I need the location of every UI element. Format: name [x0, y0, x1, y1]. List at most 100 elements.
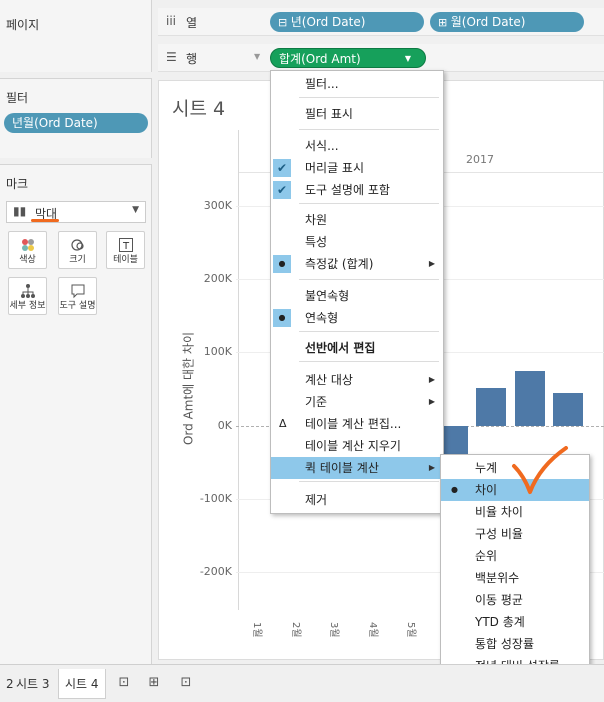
menu-item-label: 테이블 계산 지우기 [305, 439, 401, 453]
context-menu: 필터... 필터 표시서식... ✔ 머리글 표시 ✔ 도구 설명에 포함차원특성 ● 측정값… [270, 70, 444, 514]
menu-separator [299, 129, 439, 130]
tab-sheet-4[interactable]: 시트 4 [58, 669, 106, 699]
new-sheet-icon[interactable]: ⊡ [114, 673, 134, 693]
tooltip-button[interactable]: 도구 설명 [58, 277, 97, 315]
text-button[interactable]: T 테이블 [106, 231, 145, 269]
submenu-item-label: 구성 비율 [475, 527, 523, 541]
new-dashboard-icon[interactable]: ⊞ [144, 673, 164, 693]
annotation-underline [31, 219, 59, 222]
collapse-icon: ⊟ [278, 16, 291, 29]
sheet-tab-bar: 2 시트 3 시트 4 ⊡ ⊞ ⊡ [0, 664, 604, 702]
new-story-icon[interactable]: ⊡ [176, 673, 196, 693]
menu-item[interactable]: 차원 [271, 209, 443, 231]
columns-label: 열 [186, 16, 198, 30]
bar-chart-icon: ▮▮ [13, 204, 27, 218]
x-tick-label: 4월 [366, 622, 378, 638]
submenu-item-label: 백분위수 [475, 571, 520, 585]
submenu-item-label: 차이 [475, 483, 498, 497]
menu-separator [299, 279, 439, 280]
menu-item[interactable]: 기준 ▶ [271, 391, 443, 413]
submenu-arrow-icon: ▶ [428, 463, 435, 472]
submenu-item-label: 비율 차이 [475, 505, 523, 519]
menu-item[interactable]: 서식... [271, 135, 443, 157]
bar-9월[interactable] [553, 392, 583, 426]
submenu-item[interactable]: 비율 차이 [441, 501, 589, 523]
submenu-item[interactable]: 이동 평균 [441, 589, 589, 611]
menu-item[interactable]: ✔ 머리글 표시 [271, 157, 443, 179]
menu-item[interactable]: ✔ 도구 설명에 포함 [271, 179, 443, 201]
menu-item[interactable]: Δ 테이블 계산 편집... [271, 413, 443, 435]
y-tick-label: 0K [217, 418, 232, 432]
menu-item-label: 연속형 [305, 311, 339, 325]
svg-text:T: T [121, 241, 129, 252]
y-tick-label: -200K [199, 565, 232, 578]
menu-item[interactable]: 계산 대상 ▶ [271, 369, 443, 391]
delta-icon: Δ [279, 417, 287, 430]
submenu-item-label: 순위 [475, 549, 498, 563]
menu-item-label: 필터 표시 [305, 107, 353, 121]
menu-item[interactable]: 불연속형 [271, 285, 443, 307]
checkmark-icon: ✔ [273, 159, 291, 177]
filter-pill[interactable]: 년월(Ord Date) [4, 113, 148, 133]
bullet-icon: ● [451, 485, 458, 494]
pill-dropdown-icon: ▼ [404, 54, 411, 63]
menu-separator [299, 481, 439, 482]
submenu-item-label: 이동 평균 [475, 593, 523, 607]
chevron-down-icon: ▼ [132, 205, 139, 215]
detail-button[interactable]: 세부 정보 [8, 277, 47, 315]
menu-item-label: 차원 [305, 213, 328, 227]
menu-item[interactable]: ● 연속형 [271, 307, 443, 329]
menu-item[interactable]: 필터 표시 [271, 103, 443, 125]
marks-pane: 마크 ▮▮ 막대 ▼ 색상 크기 T 테이블 세부 정보 도구 설명 [0, 164, 152, 664]
submenu-item-label: 통합 성장률 [475, 637, 535, 651]
menu-item-label: 특성 [305, 235, 328, 249]
text-label: 테이블 [113, 255, 138, 265]
menu-item[interactable]: ● 측정값 (합계) ▶ [271, 253, 443, 275]
y-tick-label: 300K [203, 199, 232, 212]
y-axis-line [238, 130, 239, 610]
menu-item[interactable]: 테이블 계산 지우기 [271, 435, 443, 457]
x-tick-label: 5월 [405, 622, 416, 638]
mark-type-select[interactable]: ▮▮ 막대 ▼ [6, 201, 146, 223]
column-pill-month[interactable]: ⊞ 월(Ord Date) [430, 12, 584, 32]
y-tick-label: -100K [199, 491, 232, 505]
menu-item-label: 필터... [305, 77, 339, 91]
rows-shelf: ☰ 행 ▼ 합계(Ord Amt) ▼ [158, 44, 604, 72]
x-tick-label: 2월 [289, 622, 301, 638]
menu-item[interactable]: 선반에서 편집 [271, 337, 443, 359]
submenu-arrow-icon: ▶ [428, 259, 435, 268]
menu-item-label: 선반에서 편집 [305, 341, 376, 355]
filters-title: 필터 [6, 91, 29, 105]
tab-sheet-3[interactable]: 시트 3 [10, 669, 56, 699]
year-header: 2017 [466, 153, 494, 166]
row-pill-sum[interactable]: 합계(Ord Amt) ▼ [270, 48, 426, 68]
submenu-item[interactable]: 통합 성장률 [441, 633, 589, 655]
pages-title: 페이지 [6, 18, 40, 32]
row-pill-label: 합계(Ord Amt) [279, 52, 361, 66]
bar-8월[interactable] [514, 370, 545, 426]
submenu-item[interactable]: 순위 [441, 545, 589, 567]
menu-item-label: 측정값 (합계) [305, 257, 374, 271]
columns-shelf: iii 열 ⊟ 년(Ord Date) ⊞ 월(Ord Date) [158, 8, 604, 36]
menu-item[interactable]: 필터... [271, 73, 443, 95]
column-pill-month-label: 월(Ord Date) [450, 15, 526, 29]
color-button[interactable]: 색상 [8, 231, 47, 269]
size-button[interactable]: 크기 [58, 231, 97, 269]
column-pill-year[interactable]: ⊟ 년(Ord Date) [270, 12, 424, 32]
bullet-icon: ● [273, 309, 291, 327]
x-tick-label: 1월 [251, 622, 262, 638]
tooltip-label: 도구 설명 [59, 301, 96, 311]
bar-7월[interactable] [476, 387, 506, 426]
size-label: 크기 [69, 255, 86, 265]
submenu-item[interactable]: YTD 총계 [441, 611, 589, 633]
annotation-checkmark [512, 446, 568, 494]
submenu-item-label: 누계 [475, 461, 498, 475]
menu-item[interactable]: 특성 [271, 231, 443, 253]
submenu-item[interactable]: 구성 비율 [441, 523, 589, 545]
menu-separator [299, 97, 439, 98]
menu-item[interactable]: 퀵 테이블 계산 ▶ [271, 457, 443, 479]
rows-dropdown-icon: ▼ [254, 52, 261, 61]
detail-label: 세부 정보 [9, 301, 46, 311]
submenu-item[interactable]: 백분위수 [441, 567, 589, 589]
menu-item[interactable]: 제거 [271, 489, 443, 511]
